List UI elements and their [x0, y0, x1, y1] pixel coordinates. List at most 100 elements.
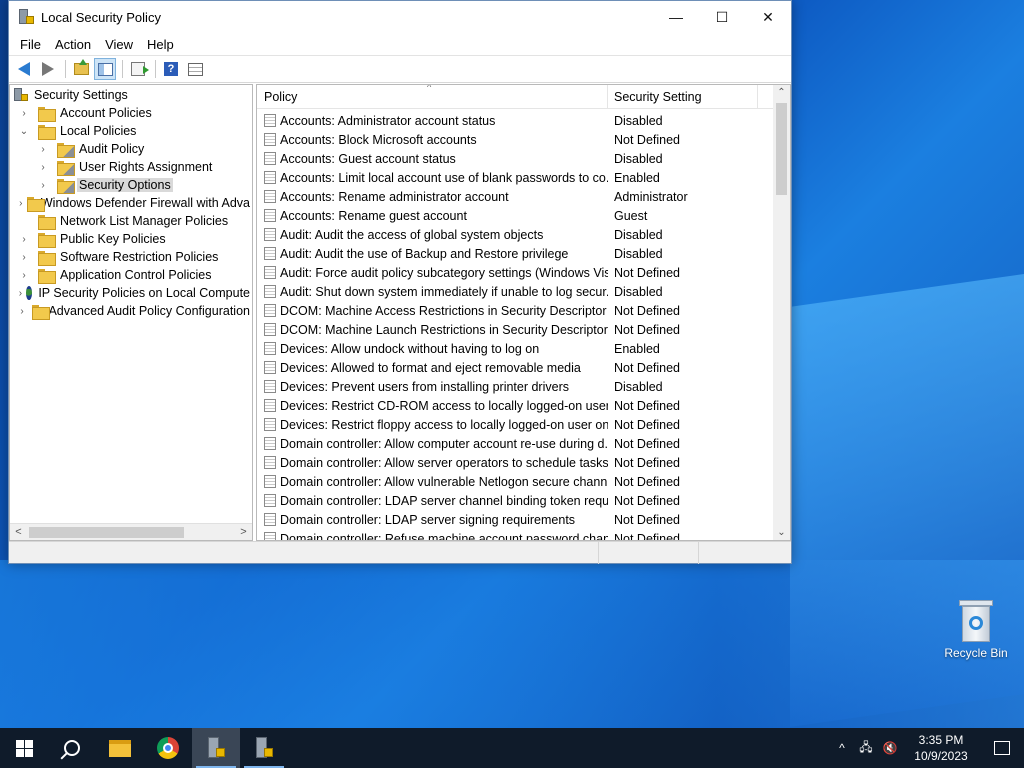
back-arrow-icon	[18, 62, 30, 76]
tree-item[interactable]: › Account Policies	[10, 104, 252, 122]
recycle-bin-shortcut[interactable]: Recycle Bin	[940, 600, 1012, 660]
menu-file[interactable]: File	[13, 37, 48, 52]
help-button[interactable]: ?	[160, 58, 182, 80]
security-setting-cell: Not Defined	[614, 455, 681, 470]
tree-item[interactable]: › Application Control Policies	[10, 266, 252, 284]
chevron-right-icon[interactable]: ›	[18, 234, 30, 245]
tree-item[interactable]: › Advanced Audit Policy Configuration	[10, 302, 252, 320]
policy-row[interactable]: Domain controller: LDAP server channel b…	[257, 491, 774, 510]
policy-row[interactable]: Accounts: Guest account status Disabled	[257, 149, 774, 168]
tree-item-label: Audit Policy	[79, 142, 145, 156]
scroll-right-icon[interactable]: >	[235, 526, 252, 538]
column-header-policy[interactable]: ^ Policy	[257, 85, 608, 109]
policy-row[interactable]: Audit: Audit the use of Backup and Resto…	[257, 244, 774, 263]
policy-name: Devices: Prevent users from installing p…	[280, 379, 569, 394]
policy-row[interactable]: Devices: Restrict floppy access to local…	[257, 415, 774, 434]
scrollbar-thumb[interactable]	[776, 103, 787, 195]
taskbar-chrome[interactable]	[144, 728, 192, 768]
policy-row[interactable]: Audit: Audit the access of global system…	[257, 225, 774, 244]
policy-row[interactable]: Domain controller: Allow vulnerable Netl…	[257, 472, 774, 491]
tree-item-label: Application Control Policies	[60, 268, 212, 282]
chevron-right-icon[interactable]: ›	[18, 288, 23, 299]
chevron-right-icon[interactable]: ›	[37, 144, 49, 155]
policy-name: Devices: Restrict CD-ROM access to local…	[280, 398, 608, 413]
tree-item[interactable]: › Software Restriction Policies	[10, 248, 252, 266]
security-setting-cell: Not Defined	[614, 265, 681, 280]
policy-row[interactable]: Accounts: Limit local account use of bla…	[257, 168, 774, 187]
policy-name: Domain controller: Allow server operator…	[280, 455, 608, 470]
tree-item[interactable]: Network List Manager Policies	[10, 212, 252, 230]
policy-row[interactable]: Devices: Allowed to format and eject rem…	[257, 358, 774, 377]
policy-name: Accounts: Block Microsoft accounts	[280, 132, 477, 147]
clock[interactable]: 3:35 PM 10/9/2023	[902, 732, 980, 764]
policy-row[interactable]: Accounts: Rename guest account Guest	[257, 206, 774, 225]
policy-row[interactable]: DCOM: Machine Access Restrictions in Sec…	[257, 301, 774, 320]
policy-row[interactable]: Accounts: Rename administrator account Ad…	[257, 187, 774, 206]
chevron-right-icon[interactable]: ›	[37, 162, 49, 173]
policy-row[interactable]: Accounts: Administrator account status Di…	[257, 111, 774, 130]
scroll-down-icon[interactable]: ⌄	[773, 527, 790, 538]
policy-row[interactable]: Domain controller: Allow server operator…	[257, 453, 774, 472]
tray-overflow-chevron-icon[interactable]: ^	[830, 728, 854, 768]
tree-item[interactable]: › Public Key Policies	[10, 230, 252, 248]
list-vertical-scrollbar[interactable]: ⌃ ⌄	[773, 85, 790, 540]
tree-item[interactable]: › Windows Defender Firewall with Adva	[10, 194, 252, 212]
scroll-up-icon[interactable]: ⌃	[773, 87, 790, 98]
policy-cell: Devices: Allow undock without having to …	[257, 342, 608, 356]
chevron-right-icon[interactable]: ›	[18, 252, 30, 263]
policy-row[interactable]: Domain controller: LDAP server signing r…	[257, 510, 774, 529]
search-button[interactable]	[48, 728, 96, 768]
chevron-down-icon[interactable]: ⌄	[18, 126, 30, 137]
policy-cell: DCOM: Machine Access Restrictions in Sec…	[257, 304, 608, 318]
policy-row[interactable]: Devices: Allow undock without having to …	[257, 339, 774, 358]
taskbar-local-security-policy[interactable]	[192, 728, 240, 768]
chevron-right-icon[interactable]: ›	[18, 306, 26, 317]
close-button[interactable]: ✕	[745, 1, 791, 33]
chevron-right-icon[interactable]: ›	[18, 270, 30, 281]
column-header-label: Policy	[264, 89, 298, 104]
up-one-level-button[interactable]	[70, 58, 92, 80]
tree-item[interactable]: › User Rights Assignment	[10, 158, 252, 176]
tree-item-label: Account Policies	[60, 106, 152, 120]
export-list-button[interactable]	[127, 58, 149, 80]
scroll-left-icon[interactable]: <	[10, 526, 27, 538]
minimize-button[interactable]: —	[653, 1, 699, 33]
policy-icon	[264, 361, 276, 374]
tree-horizontal-scrollbar[interactable]: < >	[10, 523, 252, 540]
menu-action[interactable]: Action	[48, 37, 98, 52]
properties-button[interactable]	[184, 58, 206, 80]
action-center-button[interactable]	[980, 728, 1024, 768]
network-icon[interactable]: 🖧	[854, 728, 878, 768]
policy-row[interactable]: DCOM: Machine Launch Restrictions in Sec…	[257, 320, 774, 339]
tree-item[interactable]: › Security Options	[10, 176, 252, 194]
column-header-security-setting[interactable]: Security Setting	[608, 85, 758, 109]
menu-help[interactable]: Help	[140, 37, 181, 52]
tree-item[interactable]: › Audit Policy	[10, 140, 252, 158]
tree-item[interactable]: › IP Security Policies on Local Compute	[10, 284, 252, 302]
policy-row[interactable]: Devices: Prevent users from installing p…	[257, 377, 774, 396]
forward-button[interactable]	[37, 58, 59, 80]
chevron-right-icon[interactable]: ›	[37, 180, 49, 191]
chevron-right-icon[interactable]: ›	[18, 108, 30, 119]
back-button[interactable]	[13, 58, 35, 80]
show-hide-tree-button[interactable]	[94, 58, 116, 80]
taskbar-local-security-policy-2[interactable]	[240, 728, 288, 768]
tree-item[interactable]: ⌄ Local Policies	[10, 122, 252, 140]
menu-view[interactable]: View	[98, 37, 140, 52]
title-bar[interactable]: Local Security Policy — ☐ ✕	[9, 1, 791, 33]
policy-row[interactable]: Accounts: Block Microsoft accounts Not De…	[257, 130, 774, 149]
policy-list: ^ Policy Security Setting Accounts: Admi…	[256, 84, 791, 541]
policy-icon	[264, 285, 276, 298]
chevron-right-icon[interactable]: ›	[18, 198, 24, 209]
policy-row[interactable]: Devices: Restrict CD-ROM access to local…	[257, 396, 774, 415]
volume-muted-icon[interactable]: 🔇	[878, 728, 902, 768]
policy-row[interactable]: Audit: Force audit policy subcategory se…	[257, 263, 774, 282]
start-button[interactable]	[0, 728, 48, 768]
taskbar-file-explorer[interactable]	[96, 728, 144, 768]
tree-item-security-settings[interactable]: Security Settings	[10, 86, 252, 104]
policy-row[interactable]: Domain controller: Allow computer accoun…	[257, 434, 774, 453]
scrollbar-thumb[interactable]	[29, 527, 184, 538]
policy-row[interactable]: Audit: Shut down system immediately if u…	[257, 282, 774, 301]
maximize-button[interactable]: ☐	[699, 1, 745, 33]
policy-row[interactable]: Domain controller: Refuse machine accoun…	[257, 529, 774, 540]
